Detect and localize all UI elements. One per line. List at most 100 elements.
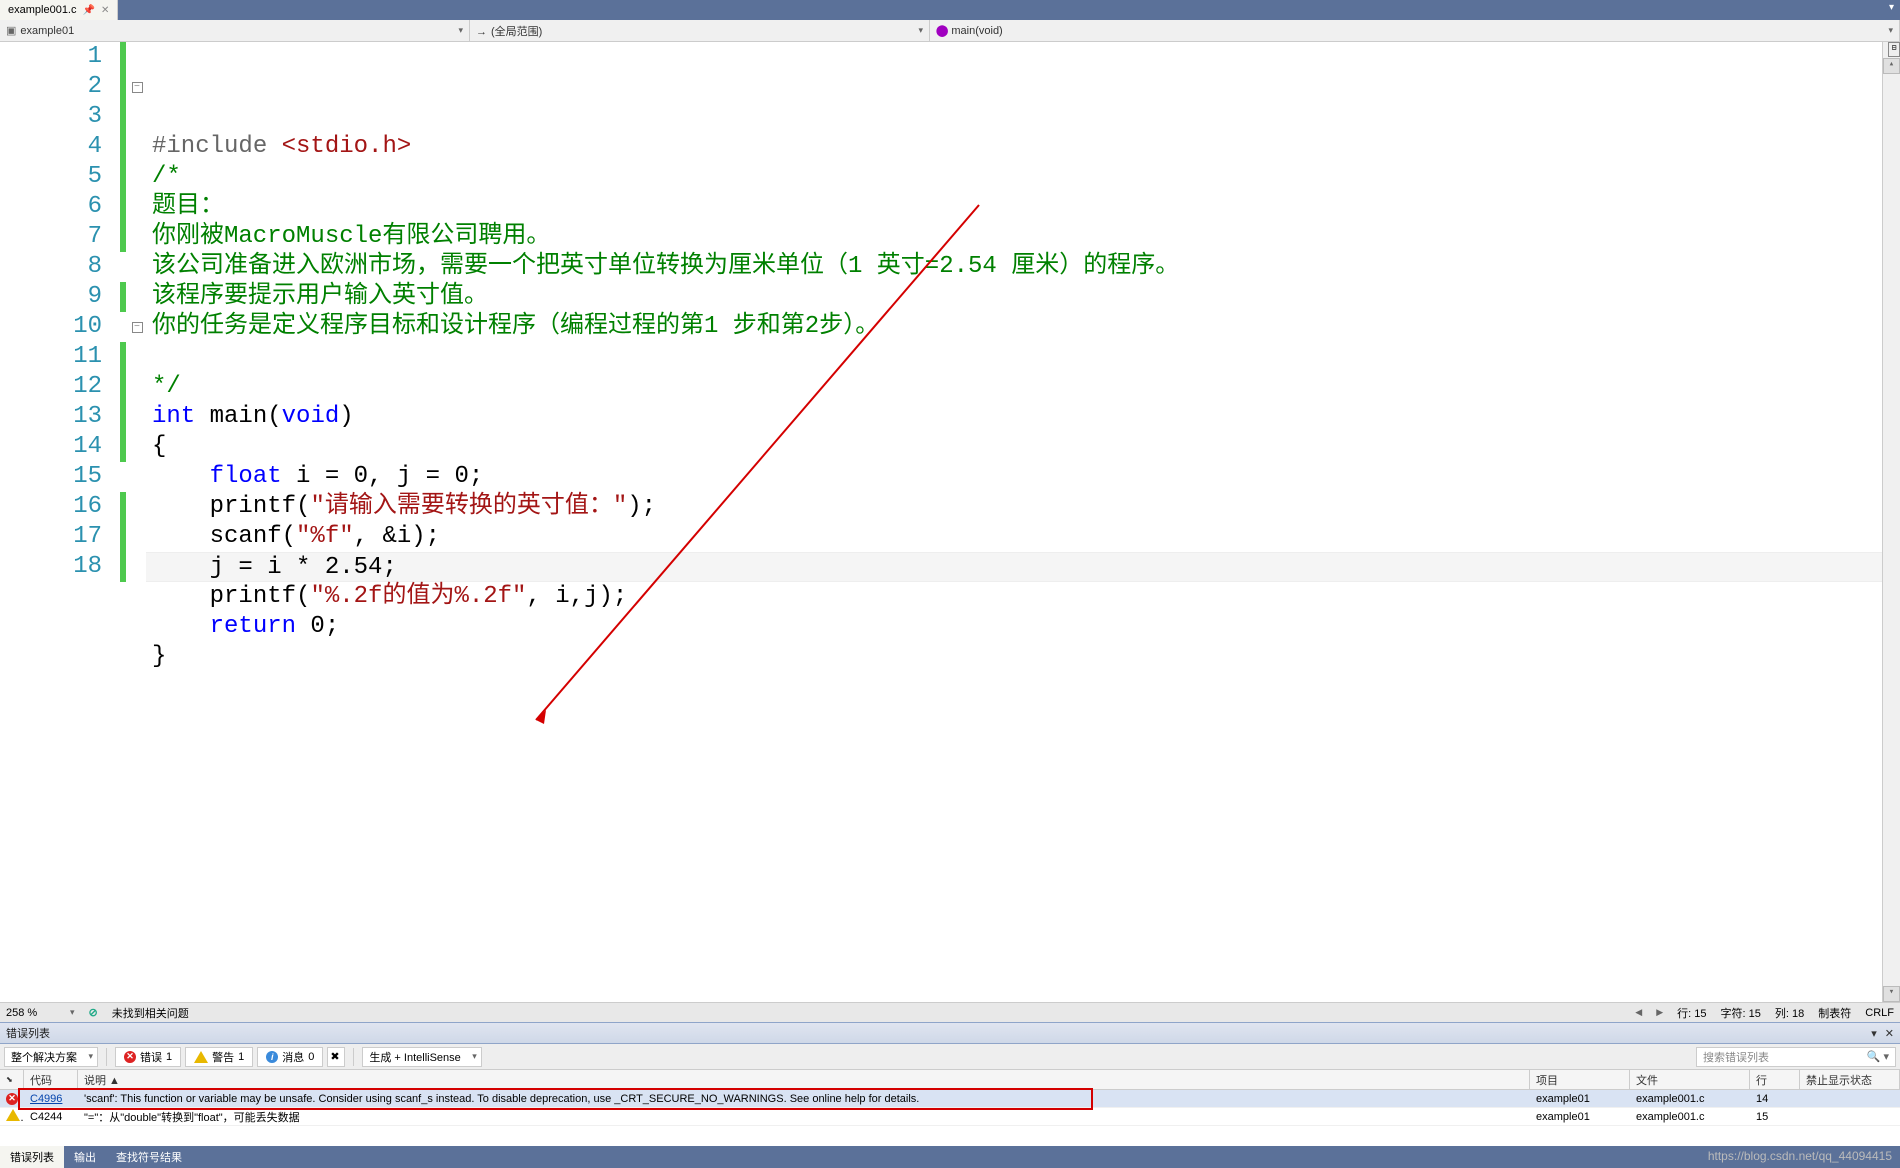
file-tab-bar: example001.c 📌 ✕ ▾ bbox=[0, 0, 1900, 20]
warning-icon bbox=[194, 1051, 208, 1063]
error-desc: 'scanf': This function or variable may b… bbox=[78, 1093, 1530, 1105]
code-line[interactable]: scanf("%f", &i); bbox=[146, 522, 1882, 552]
code-line[interactable]: 该程序要提示用户输入英寸值。 bbox=[146, 282, 1882, 312]
code-line[interactable]: 你的任务是定义程序目标和设计程序（编程过程的第1 步和第2步）。 bbox=[146, 312, 1882, 342]
change-mark bbox=[120, 282, 128, 312]
footer-tab[interactable]: 查找符号结果 bbox=[106, 1146, 192, 1168]
errors-filter-button[interactable]: ✕ 错误 1 bbox=[115, 1047, 181, 1067]
error-list-row[interactable]: C4244"="：从"double"转换到"float"，可能丢失数据examp… bbox=[0, 1108, 1900, 1126]
code-line[interactable]: return 0; bbox=[146, 612, 1882, 642]
file-tab-active[interactable]: example001.c 📌 ✕ bbox=[0, 0, 118, 20]
collapse-toggle-icon[interactable]: − bbox=[132, 322, 143, 333]
outline-cell bbox=[128, 462, 146, 492]
code-line[interactable]: printf("%.2f的值为%.2f", i,j); bbox=[146, 582, 1882, 612]
change-mark bbox=[120, 372, 128, 402]
panel-close-icon[interactable]: ✕ bbox=[1885, 1027, 1894, 1040]
split-button[interactable]: ⊟ bbox=[1888, 42, 1900, 57]
code-line[interactable]: /* bbox=[146, 162, 1882, 192]
outline-cell bbox=[128, 282, 146, 312]
code-line[interactable]: #include <stdio.h> bbox=[146, 132, 1882, 162]
tab-overflow-icon[interactable]: ▾ bbox=[1883, 0, 1900, 20]
scroll-down-button[interactable]: ▾ bbox=[1883, 986, 1900, 1002]
chevron-down-icon: ▾ bbox=[458, 25, 463, 36]
col-file[interactable]: 文件 bbox=[1630, 1070, 1750, 1089]
warnings-filter-button[interactable]: 警告 1 bbox=[185, 1047, 253, 1067]
code-editor[interactable]: 123456789101112131415161718 −− #include … bbox=[0, 42, 1900, 1002]
line-number: 8 bbox=[0, 252, 102, 282]
outline-cell[interactable]: − bbox=[128, 72, 146, 102]
code-content[interactable]: #include <stdio.h>/*题目：你刚被MacroMuscle有限公… bbox=[146, 42, 1882, 1002]
outline-cell bbox=[128, 432, 146, 462]
code-line[interactable] bbox=[146, 342, 1882, 372]
vertical-scrollbar[interactable]: ⊟ ▴ ▾ bbox=[1882, 42, 1900, 1002]
code-line[interactable]: */ bbox=[146, 372, 1882, 402]
change-mark bbox=[120, 102, 128, 132]
status-ok-icon: ⊘ bbox=[89, 1006, 98, 1019]
change-mark bbox=[120, 132, 128, 162]
zoom-level[interactable]: 258 % bbox=[6, 1007, 56, 1019]
outline-cell bbox=[128, 342, 146, 372]
collapse-toggle-icon[interactable]: − bbox=[132, 82, 143, 93]
line-number: 12 bbox=[0, 372, 102, 402]
change-mark bbox=[120, 72, 128, 102]
col-line[interactable]: 行 bbox=[1750, 1070, 1800, 1089]
col-suppress[interactable]: 禁止显示状态 bbox=[1800, 1070, 1900, 1089]
build-source-dropdown[interactable]: 生成 + IntelliSense bbox=[362, 1047, 481, 1067]
code-line[interactable]: } bbox=[146, 642, 1882, 672]
col-severity[interactable]: ⬊ bbox=[0, 1070, 24, 1089]
error-list-toolbar: 整个解决方案 ✕ 错误 1 警告 1 i 消息 0 ✖ 生成 + Intelli… bbox=[0, 1044, 1900, 1070]
chevron-down-icon: ▾ bbox=[918, 25, 923, 36]
line-number: 7 bbox=[0, 222, 102, 252]
code-line[interactable]: printf("请输入需要转换的英寸值："); bbox=[146, 492, 1882, 522]
error-search-input[interactable]: 搜索错误列表 🔍 ▾ bbox=[1696, 1047, 1896, 1067]
pin-icon[interactable]: 📌 bbox=[83, 5, 95, 16]
outline-cell bbox=[128, 492, 146, 522]
nav-function-dropdown[interactable]: ⬤ main(void) ▾ bbox=[930, 20, 1900, 41]
error-code: C4996 bbox=[30, 1093, 62, 1105]
error-icon: ✕ bbox=[124, 1051, 136, 1063]
outline-cell bbox=[128, 402, 146, 432]
error-file: example001.c bbox=[1630, 1093, 1750, 1105]
col-project[interactable]: 项目 bbox=[1530, 1070, 1630, 1089]
outline-cell bbox=[128, 102, 146, 132]
error-list-rows: ✕C4996'scanf': This function or variable… bbox=[0, 1090, 1900, 1146]
code-line[interactable]: int main(void) bbox=[146, 402, 1882, 432]
close-icon[interactable]: ✕ bbox=[101, 5, 109, 16]
outline-cell[interactable]: − bbox=[128, 312, 146, 342]
code-line[interactable]: 该公司准备进入欧洲市场，需要一个把英寸单位转换为厘米单位（1 英寸=2.54 厘… bbox=[146, 252, 1882, 282]
zoom-dropdown-icon[interactable]: ▾ bbox=[70, 1007, 75, 1018]
scope-dropdown[interactable]: 整个解决方案 bbox=[4, 1047, 98, 1067]
outline-cell bbox=[128, 552, 146, 582]
col-desc[interactable]: 说明 ▲ bbox=[78, 1070, 1530, 1089]
code-line[interactable]: float i = 0, j = 0; bbox=[146, 462, 1882, 492]
panel-dropdown-icon[interactable]: ▾ bbox=[1871, 1027, 1877, 1040]
outline-cell bbox=[128, 42, 146, 72]
outline-cell bbox=[128, 162, 146, 192]
code-line[interactable]: 题目： bbox=[146, 192, 1882, 222]
code-line[interactable]: j = i * 2.54; bbox=[146, 552, 1882, 582]
footer-tab[interactable]: 错误列表 bbox=[0, 1146, 64, 1168]
line-number: 1 bbox=[0, 42, 102, 72]
change-mark bbox=[120, 342, 128, 372]
error-list-columns: ⬊ 代码 说明 ▲ 项目 文件 行 禁止显示状态 bbox=[0, 1070, 1900, 1090]
change-mark bbox=[120, 552, 128, 582]
messages-filter-button[interactable]: i 消息 0 bbox=[257, 1047, 323, 1067]
indent-mode[interactable]: 制表符 bbox=[1818, 1005, 1851, 1021]
footer-tab[interactable]: 输出 bbox=[64, 1146, 106, 1168]
outline-cell bbox=[128, 192, 146, 222]
col-code[interactable]: 代码 bbox=[24, 1070, 78, 1089]
nav-project-label: example01 bbox=[20, 25, 74, 37]
error-desc: "="：从"double"转换到"float"，可能丢失数据 bbox=[78, 1109, 1530, 1125]
code-line[interactable]: { bbox=[146, 432, 1882, 462]
error-list-row[interactable]: ✕C4996'scanf': This function or variable… bbox=[0, 1090, 1900, 1108]
line-endings[interactable]: CRLF bbox=[1865, 1007, 1894, 1019]
outline-column: −− bbox=[128, 42, 146, 1002]
nav-project-dropdown[interactable]: ▣example01 ▾ bbox=[0, 20, 470, 41]
info-icon: i bbox=[266, 1051, 278, 1063]
nav-scope-dropdown[interactable]: →(全局范围) ▾ bbox=[470, 20, 930, 41]
clear-filter-button[interactable]: ✖ bbox=[327, 1047, 345, 1067]
nav-scope-label: (全局范围) bbox=[491, 26, 542, 38]
line-number: 13 bbox=[0, 402, 102, 432]
change-mark bbox=[120, 192, 128, 222]
code-line[interactable]: 你刚被MacroMuscle有限公司聘用。 bbox=[146, 222, 1882, 252]
